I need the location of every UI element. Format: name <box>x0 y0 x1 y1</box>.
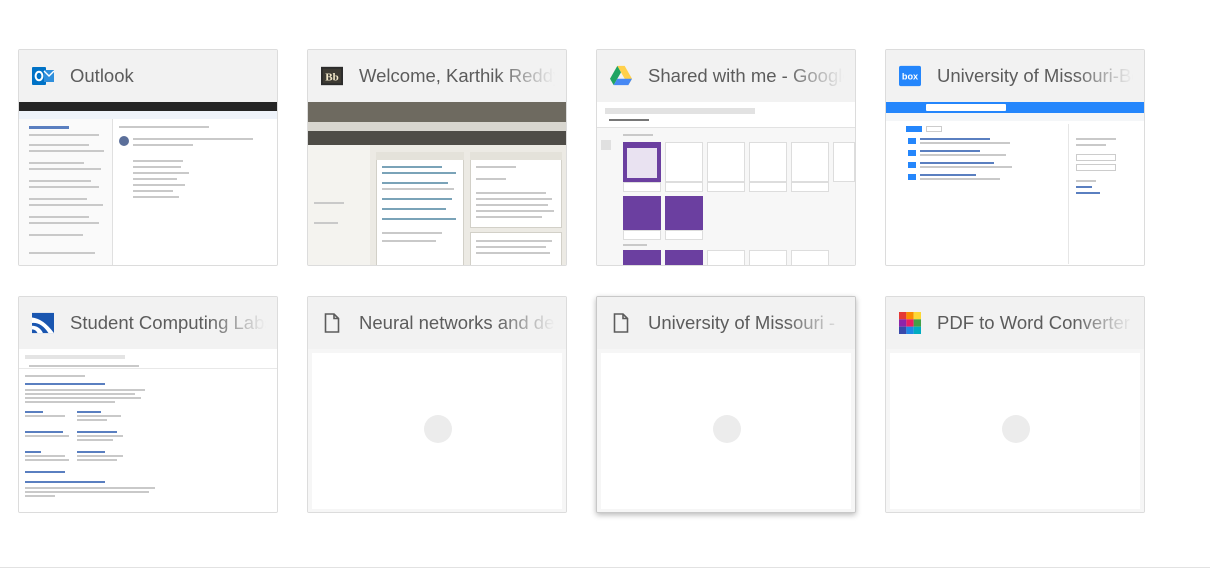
page-thumbnail <box>597 102 855 265</box>
tile-title-bar: Bb Welcome, Karthik Reddy <box>308 50 566 102</box>
tile-title-bar: PDF to Word Converter <box>886 297 1144 349</box>
pdf-converter-icon <box>899 312 921 334</box>
page-thumbnail-placeholder <box>597 349 855 512</box>
tile-title-bar: Outlook <box>19 50 277 102</box>
most-visited-tile-google-drive[interactable]: Shared with me - Google Drive <box>596 49 856 266</box>
most-visited-tile-box[interactable]: box University of Missouri-Box <box>885 49 1145 266</box>
most-visited-tile-outlook[interactable]: Outlook <box>18 49 278 266</box>
tile-title-bar: University of Missouri - <box>597 297 855 349</box>
document-icon <box>321 312 343 334</box>
tile-title: PDF to Word Converter <box>937 312 1130 333</box>
tile-title: University of Missouri-Box <box>937 65 1144 86</box>
loading-spinner-icon <box>1002 415 1030 443</box>
document-icon <box>610 312 632 334</box>
tile-title-bar: box University of Missouri-Box <box>886 50 1144 102</box>
google-drive-icon <box>610 65 632 87</box>
most-visited-tile-university-of-missouri[interactable]: University of Missouri - <box>596 296 856 513</box>
blackboard-icon: Bb <box>321 65 343 87</box>
page-thumbnail-placeholder <box>886 349 1144 512</box>
outlook-icon <box>32 65 54 87</box>
page-thumbnail <box>19 102 277 265</box>
page-thumbnail <box>886 102 1144 265</box>
loading-spinner-icon <box>713 415 741 443</box>
new-tab-page: Outlook Bb Welcome, Karthik Reddy Shared… <box>0 0 1210 570</box>
page-thumbnail <box>19 349 277 512</box>
tile-title: Student Computing Labs <box>70 312 274 333</box>
student-computing-icon <box>32 312 54 334</box>
svg-text:Bb: Bb <box>325 72 338 84</box>
page-thumbnail-placeholder <box>308 349 566 512</box>
most-visited-tile-neural-networks[interactable]: Neural networks and deep learning <box>307 296 567 513</box>
box-icon: box <box>899 65 921 87</box>
page-thumbnail <box>308 102 566 265</box>
tile-title: University of Missouri - <box>648 312 836 333</box>
bottom-divider <box>0 567 1210 568</box>
tile-title: Welcome, Karthik Reddy <box>359 65 563 86</box>
tile-title-bar: Student Computing Labs <box>19 297 277 349</box>
svg-text:box: box <box>902 72 919 82</box>
most-visited-tile-student-computing[interactable]: Student Computing Labs <box>18 296 278 513</box>
tile-title: Neural networks and deep learning <box>359 312 566 333</box>
loading-spinner-icon <box>424 415 452 443</box>
tile-title-bar: Neural networks and deep learning <box>308 297 566 349</box>
tile-title: Outlook <box>70 65 134 86</box>
most-visited-tile-pdf-to-word[interactable]: PDF to Word Converter <box>885 296 1145 513</box>
tile-title: Shared with me - Google Drive <box>648 65 855 86</box>
tile-title-bar: Shared with me - Google Drive <box>597 50 855 102</box>
most-visited-tile-blackboard[interactable]: Bb Welcome, Karthik Reddy <box>307 49 567 266</box>
